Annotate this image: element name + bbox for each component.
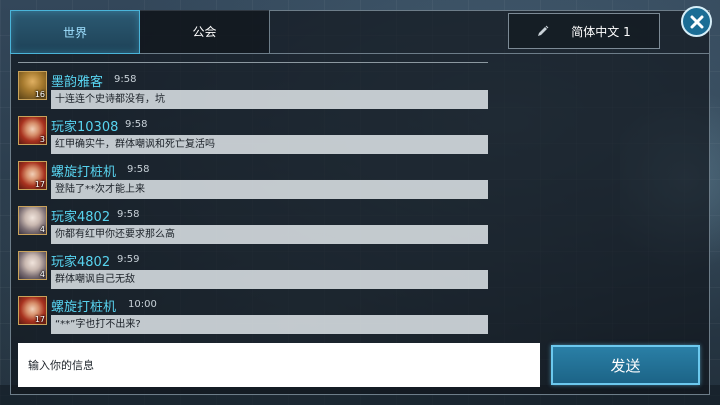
player-level: 4 [39, 225, 45, 234]
player-level: 3 [39, 135, 45, 144]
close-button[interactable] [681, 6, 712, 37]
tab-guild-label: 公会 [192, 25, 217, 39]
tab-world[interactable]: 世界 [10, 10, 140, 54]
player-avatar[interactable]: 4 [18, 251, 47, 280]
message-list[interactable]: 16 墨韵雅客 9:58 十连连个史诗都没有，坑 3 玩家10308 9:58 … [18, 63, 492, 335]
message-time: 9:58 [117, 209, 140, 220]
chat-message: 16 墨韵雅客 9:58 十连连个史诗都没有，坑 [18, 63, 492, 109]
player-avatar[interactable]: 17 [18, 296, 47, 325]
message-text: “**”字也打不出来? [51, 315, 488, 334]
player-level: 16 [34, 90, 45, 99]
message-text: 你都有红甲你还要求那么高 [51, 225, 488, 244]
player-name[interactable]: 玩家4802 [51, 251, 110, 270]
player-level: 17 [34, 180, 45, 189]
chat-message: 17 螺旋打桩机 10:00 “**”字也打不出来? [18, 288, 492, 334]
chat-message: 17 螺旋打桩机 9:58 登陆了**次才能上来 [18, 153, 492, 199]
player-avatar[interactable]: 17 [18, 161, 47, 190]
tab-guild[interactable]: 公会 [140, 10, 270, 54]
tab-world-label: 世界 [62, 25, 87, 40]
message-text: 登陆了**次才能上来 [51, 180, 488, 199]
player-avatar[interactable]: 16 [18, 71, 47, 100]
send-button-label: 发送 [610, 356, 641, 375]
message-time: 9:58 [125, 119, 148, 130]
message-text: 红甲确实牛，群体嘲讽和死亡复活吗 [51, 135, 488, 154]
close-icon [690, 15, 703, 28]
player-name[interactable]: 螺旋打桩机 [51, 161, 116, 180]
language-channel-button[interactable]: 简体中文 1 [508, 13, 660, 49]
chat-tabs: 世界 公会 [10, 10, 270, 54]
player-name[interactable]: 玩家4802 [51, 206, 110, 225]
language-channel-label: 简体中文 1 [571, 24, 631, 39]
player-name[interactable]: 墨韵雅客 [51, 71, 103, 90]
chat-message: 3 玩家10308 9:58 红甲确实牛，群体嘲讽和死亡复活吗 [18, 108, 492, 154]
message-time: 9:58 [127, 164, 150, 175]
message-time: 10:00 [128, 299, 157, 310]
chat-message-input[interactable] [18, 343, 540, 387]
chat-message: 4 玩家4802 9:59 群体嘲讽自己无敌 [18, 243, 492, 289]
player-avatar[interactable]: 4 [18, 206, 47, 235]
player-level: 4 [39, 270, 45, 279]
tabs-divider [270, 53, 710, 54]
send-button[interactable]: 发送 [551, 345, 700, 385]
player-name[interactable]: 螺旋打桩机 [51, 296, 116, 315]
player-avatar[interactable]: 3 [18, 116, 47, 145]
pencil-icon [538, 25, 549, 36]
message-time: 9:58 [114, 74, 137, 85]
message-text: 十连连个史诗都没有，坑 [51, 90, 488, 109]
player-level: 17 [34, 315, 45, 324]
player-name[interactable]: 玩家10308 [51, 116, 118, 135]
message-text: 群体嘲讽自己无敌 [51, 270, 488, 289]
chat-message: 4 玩家4802 9:58 你都有红甲你还要求那么高 [18, 198, 492, 244]
message-time: 9:59 [117, 254, 140, 265]
